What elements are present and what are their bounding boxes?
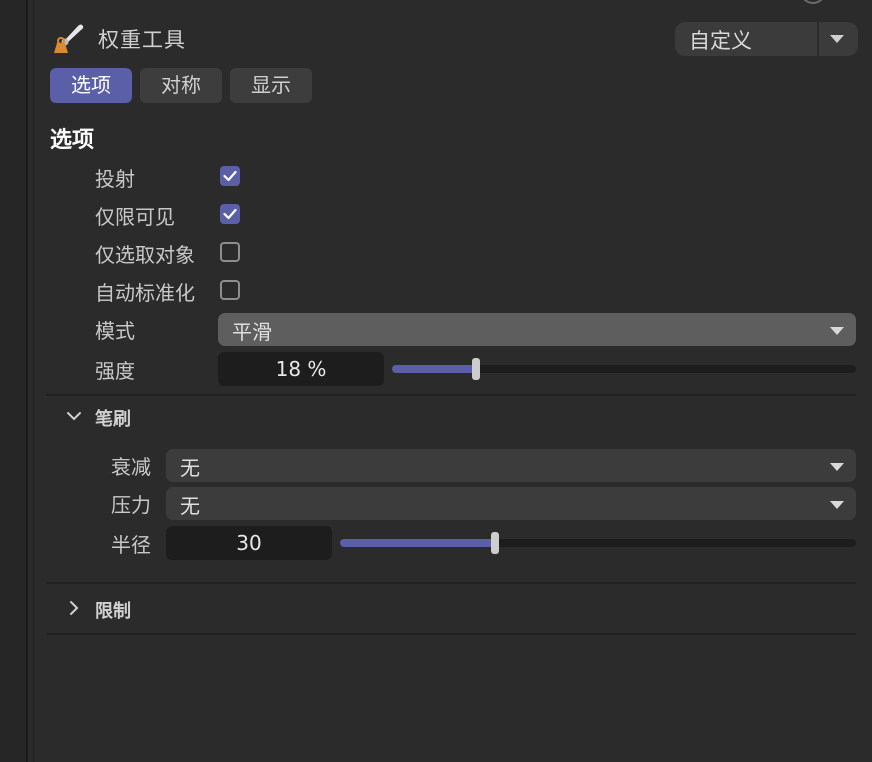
- preset-dropdown[interactable]: 自定义: [675, 22, 858, 56]
- chevron-down-icon[interactable]: [830, 35, 844, 43]
- check-icon: [223, 208, 237, 220]
- strength-slider[interactable]: [392, 358, 856, 380]
- chevron-down-icon: [830, 501, 844, 509]
- preset-label: 自定义: [689, 29, 752, 53]
- chevron-down-icon: [830, 463, 844, 471]
- weight-brush-icon: [54, 24, 84, 53]
- strength-slider-handle[interactable]: [472, 358, 480, 380]
- tool-title: 权重工具: [98, 28, 186, 52]
- falloff-value: 无: [180, 456, 200, 480]
- strength-field[interactable]: 18 %: [218, 352, 384, 386]
- visible-only-label: 仅限可见: [95, 205, 175, 229]
- panel-border-inner: [33, 0, 34, 762]
- selected-only-checkbox[interactable]: [220, 242, 240, 262]
- mode-value: 平滑: [232, 320, 272, 344]
- mode-dropdown[interactable]: 平滑: [218, 313, 856, 346]
- divider: [46, 582, 856, 584]
- tab-symmetry[interactable]: 对称: [140, 68, 222, 103]
- radius-label: 半径: [111, 533, 151, 557]
- brush-group-title[interactable]: 笔刷: [95, 405, 131, 431]
- preset-separator: [817, 22, 819, 56]
- auto-normalize-checkbox[interactable]: [220, 280, 240, 300]
- left-panel-strip: [0, 0, 26, 762]
- panel-border: [26, 0, 28, 762]
- radius-slider-handle[interactable]: [491, 532, 499, 554]
- chevron-down-icon: [830, 327, 844, 335]
- tab-options[interactable]: 选项: [50, 68, 132, 103]
- divider: [46, 633, 856, 635]
- auto-normalize-label: 自动标准化: [95, 281, 195, 305]
- chevron-right-icon[interactable]: [68, 600, 80, 616]
- pressure-label: 压力: [111, 493, 151, 517]
- divider: [46, 394, 856, 396]
- projection-checkbox[interactable]: [220, 166, 240, 186]
- selected-only-label: 仅选取对象: [95, 243, 195, 267]
- limit-group-title[interactable]: 限制: [95, 597, 131, 623]
- tab-display[interactable]: 显示: [230, 68, 312, 103]
- section-title: 选项: [50, 128, 95, 153]
- strength-slider-fill: [392, 365, 476, 373]
- radius-slider[interactable]: [340, 532, 856, 554]
- strength-label: 强度: [95, 359, 135, 383]
- radius-field[interactable]: 30: [166, 526, 332, 560]
- falloff-label: 衰减: [111, 455, 151, 479]
- falloff-dropdown[interactable]: 无: [166, 449, 856, 482]
- pressure-dropdown[interactable]: 无: [166, 487, 856, 520]
- help-icon[interactable]: [800, 0, 826, 4]
- mode-label: 模式: [95, 319, 135, 343]
- projection-label: 投射: [95, 167, 135, 191]
- pressure-value: 无: [180, 494, 200, 518]
- radius-slider-fill: [340, 539, 495, 547]
- check-icon: [223, 170, 237, 182]
- chevron-down-icon[interactable]: [66, 410, 82, 422]
- visible-only-checkbox[interactable]: [220, 204, 240, 224]
